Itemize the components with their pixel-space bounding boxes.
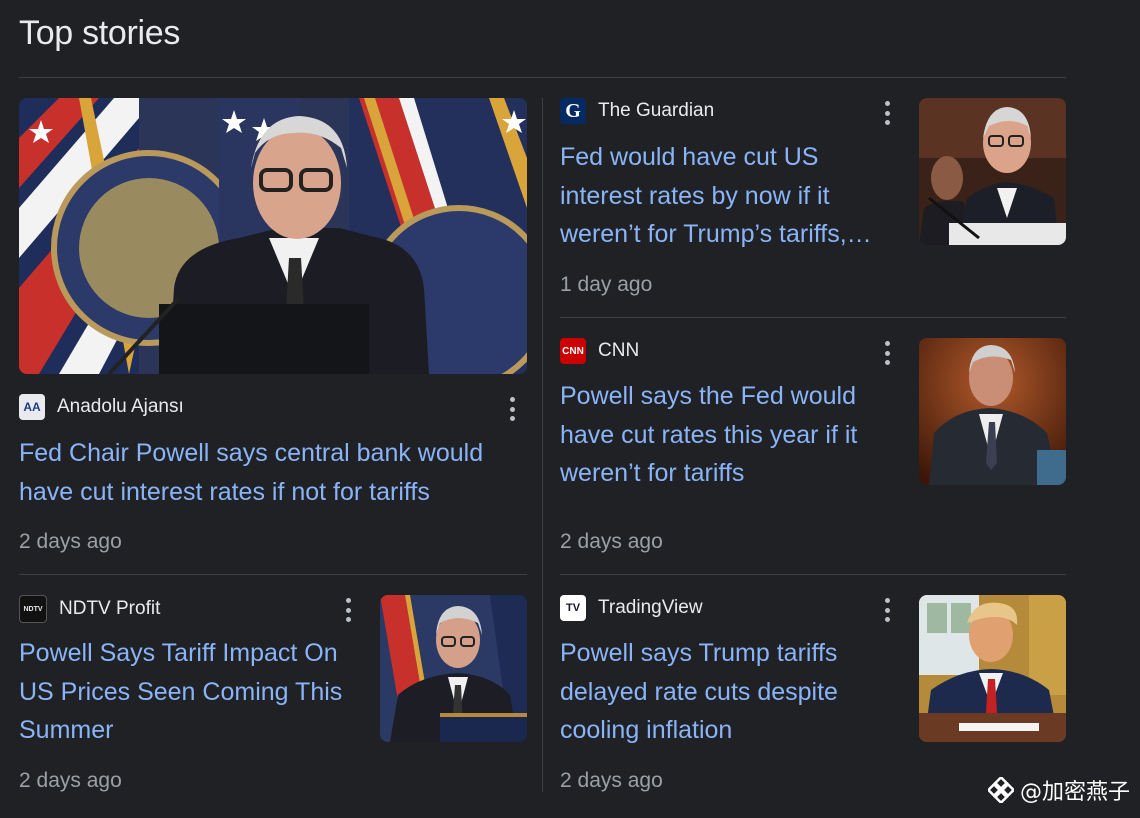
story-headline[interactable]: Fed Chair Powell says central bank would…	[19, 434, 519, 511]
row-divider	[560, 574, 1066, 575]
more-options-icon[interactable]	[884, 341, 890, 365]
header-divider	[19, 77, 1066, 78]
story-headline[interactable]: Powell says the Fed would have cut rates…	[560, 377, 890, 493]
source-name: NDTV Profit	[59, 598, 161, 619]
source-name: CNN	[598, 340, 640, 361]
story-image-powell-portrait[interactable]	[919, 338, 1066, 485]
watermark: @加密燕子	[987, 774, 1130, 806]
powell-hearing-photo	[919, 98, 1066, 245]
story-source-ndtv[interactable]: NDTV NDTV Profit	[19, 595, 160, 623]
story-image-trump-desk[interactable]	[919, 595, 1066, 742]
powell-podium-photo	[19, 98, 527, 374]
more-options-icon[interactable]	[345, 598, 351, 622]
cnn-logo-icon: CNN	[560, 338, 586, 364]
watermark-text: @加密燕子	[1019, 780, 1130, 805]
story-image-powell-press[interactable]	[380, 595, 527, 742]
more-options-icon[interactable]	[884, 598, 890, 622]
section-title: Top stories	[19, 14, 181, 52]
powell-portrait-photo	[919, 338, 1066, 485]
powell-press-photo	[380, 595, 527, 742]
row-divider	[560, 317, 1066, 318]
guardian-logo-icon: G	[560, 98, 586, 124]
story-source-guardian[interactable]: G The Guardian	[560, 98, 714, 124]
story-headline[interactable]: Powell says Trump tariffs delayed rate c…	[560, 634, 890, 750]
story-headline[interactable]: Powell Says Tariff Impact On US Prices S…	[19, 634, 359, 750]
more-options-icon[interactable]	[884, 101, 890, 125]
anadolu-logo-icon: AA	[19, 394, 45, 420]
source-name: Anadolu Ajansı	[57, 396, 184, 417]
tradingview-logo-icon: TV	[560, 595, 586, 621]
story-image-powell-podium[interactable]	[19, 98, 527, 374]
source-name: The Guardian	[598, 100, 715, 121]
more-options-icon[interactable]	[509, 397, 515, 421]
story-source-cnn[interactable]: CNN CNN	[560, 338, 639, 364]
story-time: 2 days ago	[560, 530, 663, 553]
row-divider	[19, 574, 527, 575]
column-divider	[542, 98, 543, 792]
source-name: TradingView	[598, 597, 703, 618]
story-source-anadolu[interactable]: AA Anadolu Ajansı	[19, 394, 184, 420]
story-time: 2 days ago	[19, 769, 122, 792]
trump-desk-photo	[919, 595, 1066, 742]
story-image-powell-hearing[interactable]	[919, 98, 1066, 245]
ndtv-logo-icon: NDTV	[19, 595, 47, 623]
story-time: 2 days ago	[19, 530, 122, 553]
diamond-logo-icon	[987, 777, 1014, 803]
story-time: 1 day ago	[560, 273, 653, 296]
story-time: 2 days ago	[560, 769, 663, 792]
story-headline[interactable]: Fed would have cut US interest rates by …	[560, 138, 900, 254]
story-source-tradingview[interactable]: TV TradingView	[560, 595, 703, 621]
